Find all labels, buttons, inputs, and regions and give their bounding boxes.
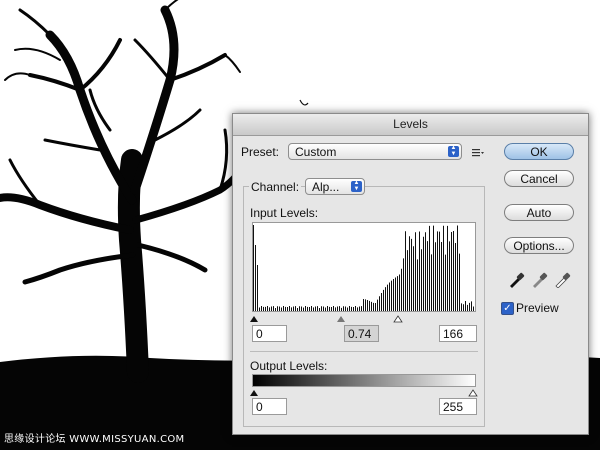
preset-label: Preset: [241, 145, 280, 159]
channel-select[interactable]: Alp... ▲ ▼ [305, 178, 365, 195]
input-white-field[interactable]: 166 [439, 325, 477, 342]
output-levels-label: Output Levels: [250, 359, 328, 373]
output-black-field[interactable]: 0 [252, 398, 287, 415]
separator [250, 351, 478, 352]
input-black-field[interactable]: 0 [252, 325, 287, 342]
output-white-slider-handle [468, 389, 478, 397]
input-levels-slider[interactable] [250, 311, 478, 323]
ok-button[interactable]: OK [504, 143, 574, 160]
preset-select[interactable]: Custom ▲ ▼ [288, 143, 462, 160]
select-arrows-icon: ▲ ▼ [351, 180, 362, 192]
options-button[interactable]: Options... [504, 237, 574, 254]
input-black-slider-handle [250, 316, 258, 322]
gray-eyedropper-icon[interactable] [530, 270, 550, 288]
cancel-button[interactable]: Cancel [504, 170, 574, 187]
preview-label: Preview [516, 301, 559, 315]
dialog-title: Levels [233, 114, 588, 136]
channel-value: Alp... [312, 180, 340, 194]
histogram [252, 222, 476, 312]
output-levels-slider[interactable] [250, 386, 478, 397]
input-gamma-field[interactable]: 0.74 [344, 325, 379, 342]
auto-button[interactable]: Auto [504, 204, 574, 221]
preset-menu-icon[interactable] [471, 146, 485, 158]
histogram-bars [253, 225, 474, 311]
input-white-slider-handle [393, 315, 403, 323]
input-gamma-slider-handle [337, 316, 345, 322]
input-levels-label: Input Levels: [250, 206, 319, 220]
channel-label: Channel: [249, 180, 302, 194]
output-black-slider-handle [250, 390, 258, 396]
preview-checkbox[interactable]: ✓ [501, 302, 514, 315]
white-eyedropper-icon[interactable] [553, 270, 573, 289]
black-eyedropper-icon[interactable] [507, 270, 527, 288]
preset-value: Custom [295, 145, 337, 159]
output-white-field[interactable]: 255 [439, 398, 477, 415]
select-arrows-icon: ▲ ▼ [448, 145, 459, 157]
watermark-text: 思缘设计论坛 WWW.MISSYUAN.COM [4, 434, 185, 445]
